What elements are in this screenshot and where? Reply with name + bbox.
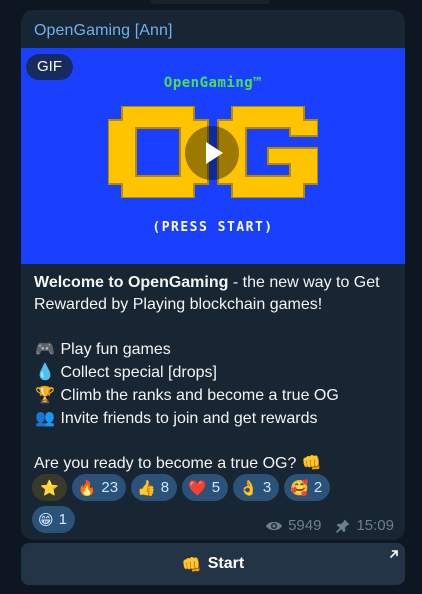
reaction-ok-hand[interactable]: 👌 3 [233,474,280,501]
trophy-icon: 🏆 [35,385,55,404]
ok-hand-icon: 👌 [239,478,258,497]
reaction-count: 2 [313,479,323,496]
reaction-thumbs-up[interactable]: 👍 8 [131,474,178,501]
list-item: 💧 Collect special [drops] [34,361,399,384]
play-button[interactable] [185,126,239,180]
closing-line: Are you ready to become a true OG? 👊 [34,452,399,475]
reactions-row-2: 😁 1 [32,506,75,533]
reaction-count: 1 [58,511,67,528]
view-count: 5949 [288,517,322,534]
reaction-count: 8 [160,479,170,496]
reaction-count: 23 [101,479,119,496]
message-text: Welcome to OpenGaming - the new way to G… [34,272,399,475]
opengaming-wordmark: OpenGaming™ [163,75,263,91]
fire-icon: 🔥 [77,478,97,497]
intro-paragraph: Welcome to OpenGaming - the new way to G… [34,272,399,316]
list-item-text: Invite friends to join and get rewards [60,410,318,427]
list-item: 🏆 Climb the ranks and become a true OG [34,384,399,407]
closing-text: Are you ready to become a true OG? [34,455,301,472]
previous-message-edge [150,0,270,4]
reactions-row-1: ⭐ 🔥 23 👍 8 ❤️ 5 👌 3 🥰 2 [32,474,331,501]
intro-bold: Welcome to OpenGaming [34,274,229,291]
press-start-text: (PRESS START) [152,220,274,235]
reaction-red-heart[interactable]: ❤️ 5 [182,474,229,501]
reaction-star[interactable]: ⭐ [32,474,67,501]
red-heart-icon: ❤️ [188,478,207,497]
list-item-text: Collect special [drops] [60,364,217,381]
fist-icon: 👊 [301,453,322,472]
reaction-fire[interactable]: 🔥 23 [71,474,127,501]
list-item-text: Play fun games [60,341,171,358]
game-controller-icon: 🎮 [35,339,55,358]
sender-name[interactable]: OpenGaming [Ann] [34,22,173,40]
pin-icon [336,519,350,533]
list-item-text: Climb the ranks and become a true OG [60,387,339,404]
people-icon: 👥 [35,408,55,427]
message-meta: 5949 15:09 [265,517,394,534]
message-time: 15:09 [356,517,394,534]
fist-icon: 👊 [181,554,202,574]
grinning-face-icon: 😁 [38,510,54,529]
reaction-count: 3 [262,479,272,496]
smiling-face-with-hearts-icon: 🥰 [290,478,309,497]
star-icon: ⭐ [40,478,59,497]
gif-media[interactable]: GIF OpenGaming™ (PRESS START) [21,48,405,264]
start-button-label: Start [207,555,245,572]
message-bubble[interactable]: OpenGaming [Ann] GIF OpenGaming™ (PRESS … [21,10,405,540]
external-link-arrow-icon [390,550,398,558]
reaction-count: 5 [211,479,221,496]
list-item: 🎮 Play fun games [34,338,399,361]
eye-icon [266,521,283,530]
droplet-icon: 💧 [35,362,55,381]
play-icon [206,142,223,164]
list-item: 👥 Invite friends to join and get rewards [34,407,399,430]
reaction-smiling-face-with-hearts[interactable]: 🥰 2 [284,474,331,501]
reaction-grinning-face[interactable]: 😁 1 [32,506,75,533]
start-button[interactable]: 👊 Start [21,543,405,585]
thumbs-up-icon: 👍 [137,478,156,497]
